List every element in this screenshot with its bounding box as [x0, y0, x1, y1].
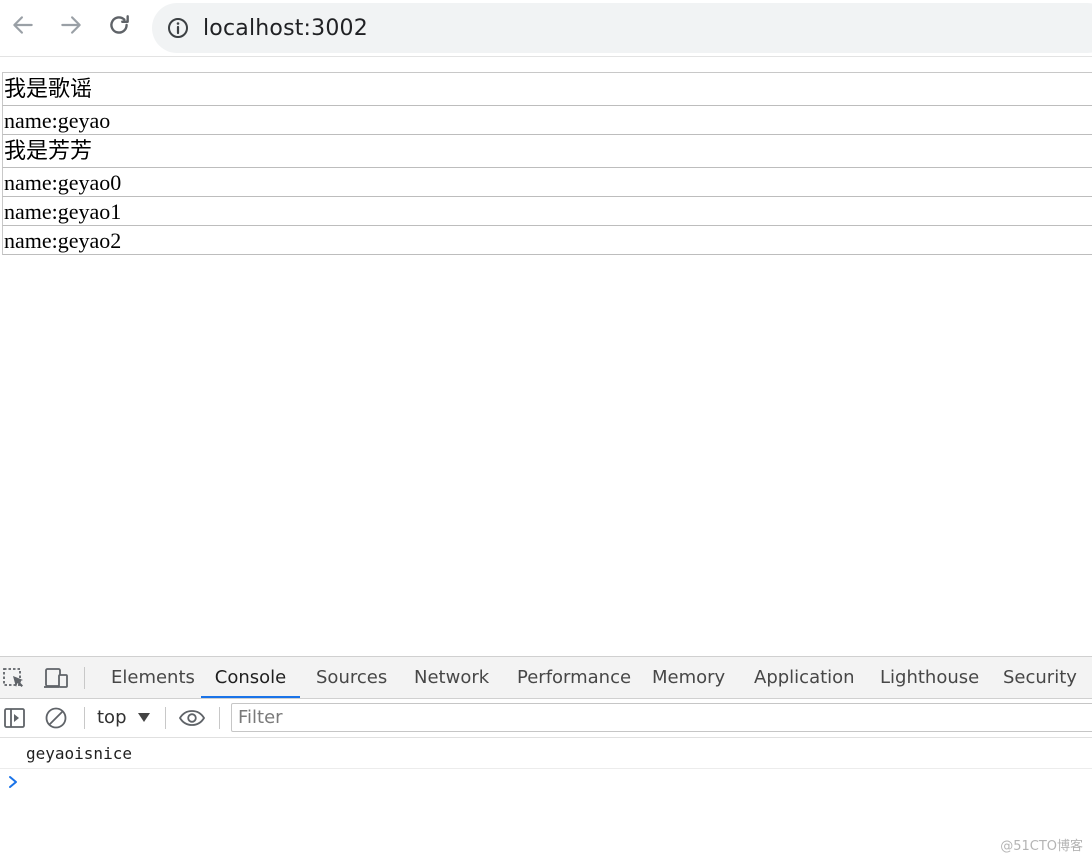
arrow-left-icon: [13, 16, 33, 34]
divider: [219, 707, 220, 729]
sidebar-toggle-icon[interactable]: [2, 706, 28, 730]
eye-icon[interactable]: [179, 706, 205, 730]
watermark: @51CTO博客: [1000, 839, 1083, 854]
list-item: 我是芳芳: [2, 135, 1092, 168]
info-icon[interactable]: [166, 16, 190, 40]
tab-sources[interactable]: Sources: [314, 657, 389, 698]
reload-icon: [110, 15, 129, 34]
arrow-right-icon: [61, 16, 81, 34]
list-item: 我是歌谣: [2, 73, 1092, 106]
content-list: 我是歌谣 name:geyao 我是芳芳 name:geyao0 name:ge…: [2, 72, 1092, 255]
forward-button[interactable]: [56, 10, 86, 40]
list-item: name:geyao2: [2, 226, 1092, 255]
console-message: geyaoisnice: [0, 738, 1092, 769]
list-item: name:geyao0: [2, 168, 1092, 197]
tab-memory[interactable]: Memory: [650, 657, 727, 698]
back-button[interactable]: [8, 10, 38, 40]
list-item: name:geyao: [2, 106, 1092, 135]
divider: [84, 707, 85, 729]
tab-console[interactable]: Console: [201, 657, 300, 698]
console-toolbar: top: [0, 699, 1092, 738]
console-message-text: geyaoisnice: [26, 744, 132, 763]
device-toolbar-icon[interactable]: [43, 666, 69, 690]
tab-performance[interactable]: Performance: [515, 657, 633, 698]
clear-console-icon[interactable]: [43, 706, 69, 730]
devtools-tab-bar: Elements Console Sources Network Perform…: [0, 657, 1092, 699]
tab-security[interactable]: Security: [1001, 657, 1079, 698]
console-prompt-icon[interactable]: [8, 775, 20, 789]
context-label: top: [97, 707, 127, 728]
tab-elements[interactable]: Elements: [109, 657, 197, 698]
tab-application[interactable]: Application: [752, 657, 857, 698]
divider: [165, 707, 166, 729]
tab-lighthouse[interactable]: Lighthouse: [878, 657, 981, 698]
browser-toolbar: localhost:3002: [0, 0, 1092, 57]
reload-button[interactable]: [104, 10, 134, 40]
devtools-panel: Elements Console Sources Network Perform…: [0, 656, 1092, 864]
address-bar[interactable]: localhost:3002: [152, 3, 1092, 53]
filter-input[interactable]: [231, 703, 1092, 732]
tab-network[interactable]: Network: [412, 657, 491, 698]
list-item: name:geyao1: [2, 197, 1092, 226]
divider: [84, 667, 85, 689]
dropdown-arrow-icon: [138, 713, 150, 722]
url-text[interactable]: localhost:3002: [203, 16, 368, 41]
inspect-element-icon[interactable]: [2, 666, 28, 690]
